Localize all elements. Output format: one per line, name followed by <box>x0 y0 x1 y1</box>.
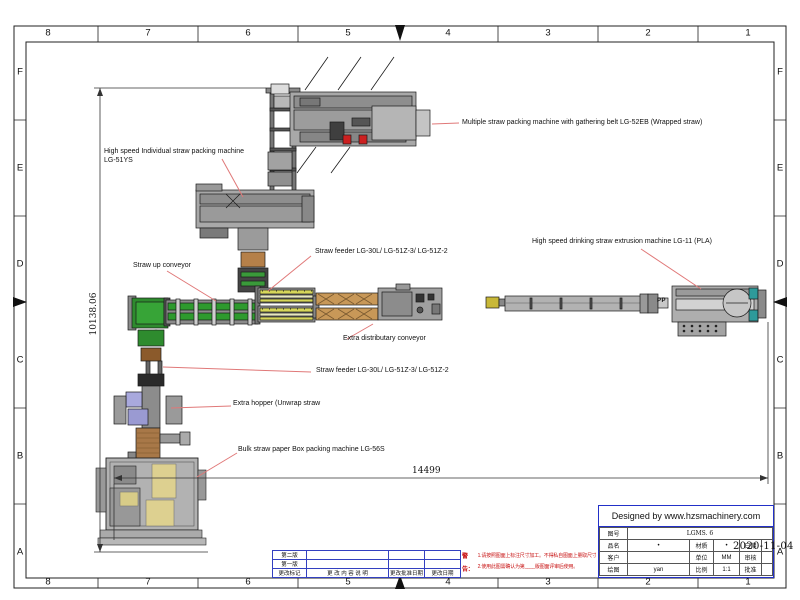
grid-row-left-a: A <box>17 547 23 558</box>
annotation-lg56s: Bulk straw paper Box packing machine LG-… <box>238 445 385 454</box>
warning-prefix: 警告： <box>462 551 474 576</box>
date-value: 2020-11-04 <box>733 541 794 552</box>
revision-cell-empty <box>307 551 389 560</box>
grid-col-bottom-6: 6 <box>245 577 250 588</box>
grid-row-right-b: B <box>777 451 783 462</box>
revision-cell-empty <box>389 560 425 569</box>
grid-col-bottom-2: 2 <box>645 577 650 588</box>
unit-label: 单位 <box>690 552 714 564</box>
grid-col-top-3: 3 <box>545 28 550 39</box>
annotation-lg51ys: High speed Individual straw packing mach… <box>104 147 244 166</box>
annotation-feeder-upper: Straw feeder LG-30L/ LG-51Z-3/ LG-51Z-2 <box>315 247 448 256</box>
straw-up-conveyor-assembly <box>128 296 258 361</box>
revision-header-mark: 更改标记 <box>273 569 307 578</box>
warning-line-1: 1.请按照图面上标注尺寸加工。不得私自图面上量取尺寸。 <box>478 551 596 562</box>
drafter-value: yan <box>628 564 690 576</box>
grid-row-left-c: C <box>17 355 24 366</box>
revision-header-date: 更改日期 <box>425 569 461 578</box>
grid-col-top-2: 2 <box>645 28 650 39</box>
unit-value: MM <box>714 552 740 564</box>
grid-col-top-5: 5 <box>345 28 350 39</box>
approve-label: 批准 <box>740 564 762 576</box>
annotation-lg11: High speed drinking straw extrusion mach… <box>532 237 712 246</box>
vertical-dimension-text: 10138.06 <box>89 293 99 336</box>
pp-marking: PP <box>657 298 666 304</box>
lg56s-box-packing-machine <box>96 458 206 545</box>
review-label: 审核 <box>740 552 762 564</box>
product-label: 品名 <box>600 540 628 552</box>
revision-cell-empty <box>425 551 461 560</box>
warning-note: 警告： 1.请按照图面上标注尺寸加工。不得私自图面上量取尺寸。 2.使用此图需确… <box>462 551 596 576</box>
annotation-distributary: Extra distributary conveyor <box>343 334 426 343</box>
material-label: 材质 <box>690 540 714 552</box>
scale-label: 比例 <box>690 564 714 576</box>
approve-value <box>762 564 773 576</box>
straw-feeder-bands <box>255 286 315 324</box>
revision-version-1: 第一版 <box>273 560 307 569</box>
grid-col-top-1: 1 <box>745 28 750 39</box>
annotation-feeder-lower: Straw feeder LG-30L/ LG-51Z-3/ LG-51Z-2 <box>316 366 449 375</box>
grid-col-top-4: 4 <box>445 28 450 39</box>
grid-row-right-f: F <box>777 67 783 78</box>
grid-row-right-c: C <box>777 355 784 366</box>
grid-row-left-f: F <box>17 67 23 78</box>
extra-distributary-conveyor <box>313 293 378 320</box>
revision-header-approve: 更改批准日期 <box>389 569 425 578</box>
extra-hopper-tower <box>114 361 190 474</box>
drawing-no-value: LGMS. 6 <box>628 528 773 540</box>
grid-row-right-e: E <box>777 163 783 174</box>
grid-row-left-e: E <box>17 163 23 174</box>
customer-value <box>628 552 690 564</box>
lg51ys-individual-straw-packing-machine <box>196 184 314 292</box>
designed-by-text: Designed by www.hzsmachinery.com <box>599 506 773 527</box>
revision-cell-empty <box>425 560 461 569</box>
revision-table: 第二版 第一版 更改标记 更 改 内 容 说 明 更改批准日期 更改日期 <box>272 550 461 578</box>
grid-col-bottom-3: 3 <box>545 577 550 588</box>
warning-line-2: 2.使用此图需确认为第____版图面评审后使用。 <box>478 562 596 573</box>
product-value: • <box>628 540 690 552</box>
grid-row-left-b: B <box>17 451 23 462</box>
grid-row-right-d: D <box>777 259 784 270</box>
grid-col-top-8: 8 <box>45 28 50 39</box>
lg11-extrusion-machine <box>486 286 766 336</box>
customer-label: 客户 <box>600 552 628 564</box>
revision-version-2: 第二版 <box>273 551 307 560</box>
revision-header-content: 更 改 内 容 说 明 <box>307 569 389 578</box>
grid-row-left-d: D <box>17 259 24 270</box>
engineering-drawing-sheet: 8 7 6 5 4 3 2 1 8 7 6 5 4 3 2 1 F E D C … <box>0 0 800 600</box>
annotation-hopper: Extra hopper (Unwrap straw <box>233 399 320 408</box>
scale-value: 1:1 <box>714 564 740 576</box>
revision-cell-empty <box>307 560 389 569</box>
annotation-straw-up: Straw up conveyor <box>133 261 191 270</box>
annotation-lg52eb: Multiple straw packing machine with gath… <box>462 118 702 127</box>
grid-col-bottom-4: 4 <box>445 577 450 588</box>
drafter-label: 绘图 <box>600 564 628 576</box>
grid-col-bottom-7: 7 <box>145 577 150 588</box>
review-value <box>762 552 773 564</box>
grid-col-bottom-5: 5 <box>345 577 350 588</box>
grid-col-bottom-8: 8 <box>45 577 50 588</box>
drawing-no-label: 图号 <box>600 528 628 540</box>
horizontal-dimension-text: 14499 <box>412 466 441 476</box>
revision-cell-empty <box>389 551 425 560</box>
feeder-end-machine <box>378 284 442 320</box>
grid-col-top-7: 7 <box>145 28 150 39</box>
grid-col-bottom-1: 1 <box>745 577 750 588</box>
lg52eb-multiple-straw-packing-machine <box>290 57 430 173</box>
grid-col-top-6: 6 <box>245 28 250 39</box>
